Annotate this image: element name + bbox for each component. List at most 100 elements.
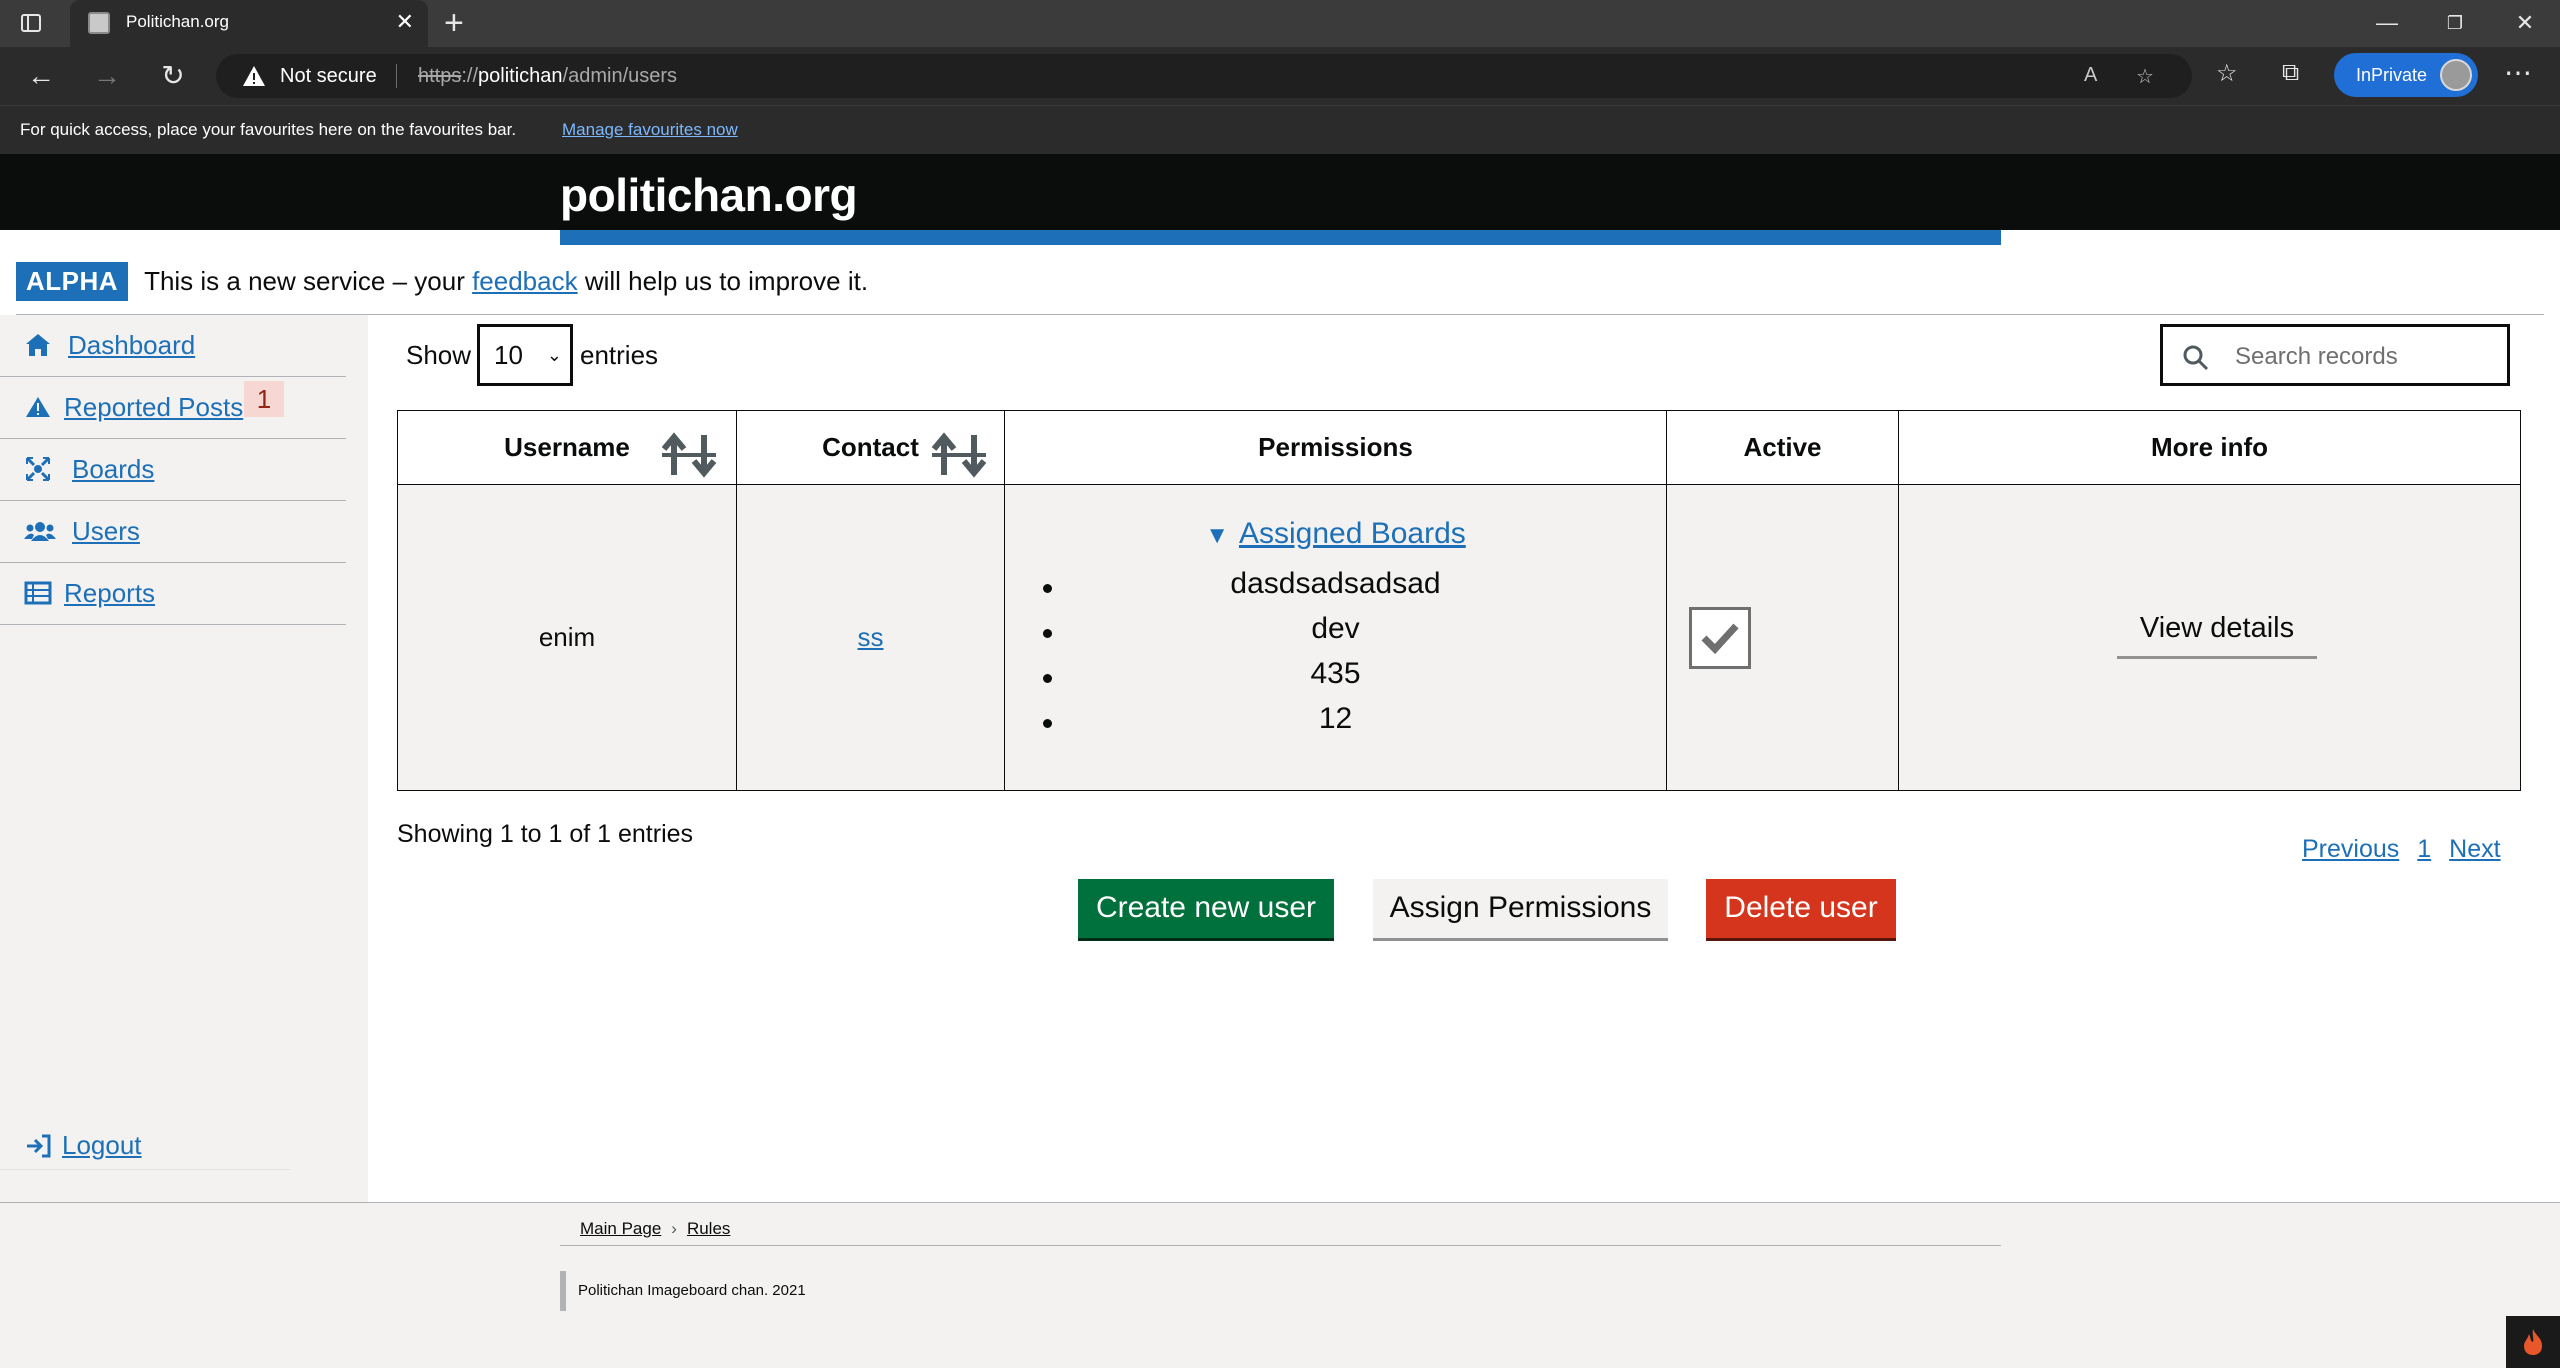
logout-label[interactable]: Logout <box>62 1130 142 1161</box>
footer-breadcrumb: Main Page › Rules <box>580 1219 730 1239</box>
table-icon <box>24 579 52 607</box>
security-label[interactable]: Not secure <box>280 65 377 88</box>
list-item: 12 <box>1005 702 1666 747</box>
read-aloud-icon[interactable]: A <box>2084 64 2097 87</box>
warning-icon <box>24 393 52 421</box>
forward-icon[interactable]: → <box>90 59 124 93</box>
column-header-more-info: More info <box>1898 410 2521 485</box>
flame-icon[interactable] <box>2506 1316 2560 1368</box>
entries-label: entries <box>580 340 659 370</box>
site-header: politichan.org <box>0 154 2560 230</box>
profile-avatar <box>2440 59 2472 91</box>
sidebar-item-reports[interactable]: Reports <box>0 563 346 625</box>
address-bar[interactable]: Not secure https://politichan/admin/user… <box>216 54 2192 98</box>
sidebar-item-users[interactable]: Users <box>0 501 346 563</box>
sort-icon[interactable] <box>660 431 718 486</box>
footer-link-rules[interactable]: Rules <box>687 1219 730 1238</box>
entries-value: 10 <box>494 340 523 370</box>
header-accent-bar <box>560 230 2001 245</box>
home-icon <box>24 331 52 359</box>
footer-divider <box>560 1245 2001 1246</box>
manage-favourites-link[interactable]: Manage favourites now <box>562 120 738 140</box>
assigned-boards-toggle[interactable]: ▼ Assigned Boards <box>1005 517 1666 551</box>
chevron-down-icon: ⌄ <box>546 345 562 365</box>
active-checkbox[interactable] <box>1689 607 1751 669</box>
phase-text: This is a new service – your feedback wi… <box>144 265 869 296</box>
assign-permissions-button[interactable]: Assign Permissions <box>1373 879 1668 941</box>
sidebar-item-label[interactable]: Dashboard <box>68 330 195 361</box>
tab-actions-icon[interactable] <box>18 10 44 36</box>
more-info-cell: View details <box>1898 484 2521 791</box>
inprivate-button[interactable]: InPrivate <box>2334 53 2478 97</box>
favourites-icon[interactable]: ☆ <box>2216 59 2238 88</box>
site-title[interactable]: politichan.org <box>560 168 858 222</box>
list-item: dasdsadsadsad <box>1005 567 1666 612</box>
table-row: enim ss ▼ Assigned Boards dasdsadsadsad d… <box>397 484 2521 791</box>
checkmark-icon <box>1701 623 1739 655</box>
logout-link[interactable]: Logout <box>0 1120 290 1170</box>
search-placeholder: Search records <box>2235 343 2398 370</box>
tab-title: Politichan.org <box>126 12 230 31</box>
new-tab-icon[interactable]: + <box>444 6 464 40</box>
header-label: Active <box>1743 432 1822 462</box>
phase-tag: ALPHA <box>16 261 129 301</box>
show-label: Show <box>406 340 472 370</box>
column-header-permissions: Permissions <box>1004 410 1667 485</box>
list-item: dev <box>1005 612 1666 657</box>
inprivate-label: InPrivate <box>2356 65 2428 85</box>
phase-divider <box>16 314 2544 315</box>
footer-link-main-page[interactable]: Main Page <box>580 1219 661 1238</box>
sidebar-item-boards[interactable]: Boards <box>0 439 346 501</box>
column-header-username[interactable]: Username <box>397 410 737 486</box>
close-window-icon[interactable]: ✕ <box>2510 10 2540 36</box>
assigned-boards-link[interactable]: Assigned Boards <box>1239 517 1466 550</box>
sidebar-item-dashboard[interactable]: Dashboard <box>0 315 346 377</box>
browser-tab[interactable]: Politichan.org ✕ <box>70 0 428 47</box>
sidebar-item-label[interactable]: Boards <box>72 454 154 485</box>
url-text[interactable]: https://politichan/admin/users <box>418 65 677 88</box>
add-favourite-icon[interactable]: ☆ <box>2136 64 2154 89</box>
feedback-link[interactable]: feedback <box>472 266 578 296</box>
contact-link[interactable]: ss <box>858 622 884 652</box>
assigned-boards-list: dasdsadsadsad dev 435 12 <box>1005 567 1666 747</box>
sidebar-item-label[interactable]: Reports <box>64 578 155 609</box>
site-footer: Main Page › Rules Politichan Imageboard ch… <box>0 1202 2560 1368</box>
permissions-cell: ▼ Assigned Boards dasdsadsadsad dev 435 1… <box>1004 484 1667 791</box>
users-table: Username Contact Permissions Active More… <box>397 410 2521 791</box>
create-user-button[interactable]: Create new user <box>1078 879 1334 941</box>
footer-copyright: Politichan Imageboard chan. 2021 <box>560 1271 806 1311</box>
active-cell <box>1666 484 1899 791</box>
logout-icon <box>24 1132 52 1160</box>
entries-per-page-select[interactable]: 10 ⌄ <box>477 324 573 386</box>
username-value: enim <box>538 622 596 652</box>
back-icon[interactable]: ← <box>24 59 58 93</box>
reported-count-badge: 1 <box>244 381 284 417</box>
previous-page-link[interactable]: Previous <box>2302 835 2399 863</box>
page-1-link[interactable]: 1 <box>2417 835 2431 863</box>
refresh-icon[interactable]: ↻ <box>156 59 190 93</box>
column-header-contact[interactable]: Contact <box>736 410 1005 486</box>
url-separator <box>396 64 397 88</box>
phase-banner: ALPHA This is a new service – your feedb… <box>16 261 868 301</box>
warning-icon[interactable] <box>242 65 266 92</box>
sidebar-item-label[interactable]: Users <box>72 516 140 547</box>
restore-icon[interactable]: ❐ <box>2440 10 2470 36</box>
users-icon <box>24 517 56 545</box>
view-details-button[interactable]: View details <box>2117 601 2317 659</box>
close-tab-icon[interactable]: ✕ <box>396 11 414 33</box>
delete-user-button[interactable]: Delete user <box>1706 879 1896 941</box>
sort-icon[interactable] <box>930 431 988 486</box>
minimize-icon[interactable]: — <box>2372 10 2402 36</box>
sidebar-item-reported-posts[interactable]: Reported Posts <box>0 377 346 439</box>
more-menu-icon[interactable]: ⋯ <box>2504 56 2532 89</box>
header-label: Username <box>504 432 630 462</box>
table-info: Showing 1 to 1 of 1 entries <box>397 820 694 848</box>
sidebar-item-label[interactable]: Reported Posts <box>64 392 243 423</box>
next-page-link[interactable]: Next <box>2449 835 2500 863</box>
search-input[interactable]: Search records <box>2160 324 2510 386</box>
collections-icon[interactable]: ⧉ <box>2282 59 2299 87</box>
boards-icon <box>24 455 52 483</box>
favicon-icon <box>88 12 110 34</box>
pagination: Previous 1 Next <box>2302 835 2501 864</box>
sidebar: Dashboard Reported Posts 1 Boards Users … <box>0 315 368 1202</box>
